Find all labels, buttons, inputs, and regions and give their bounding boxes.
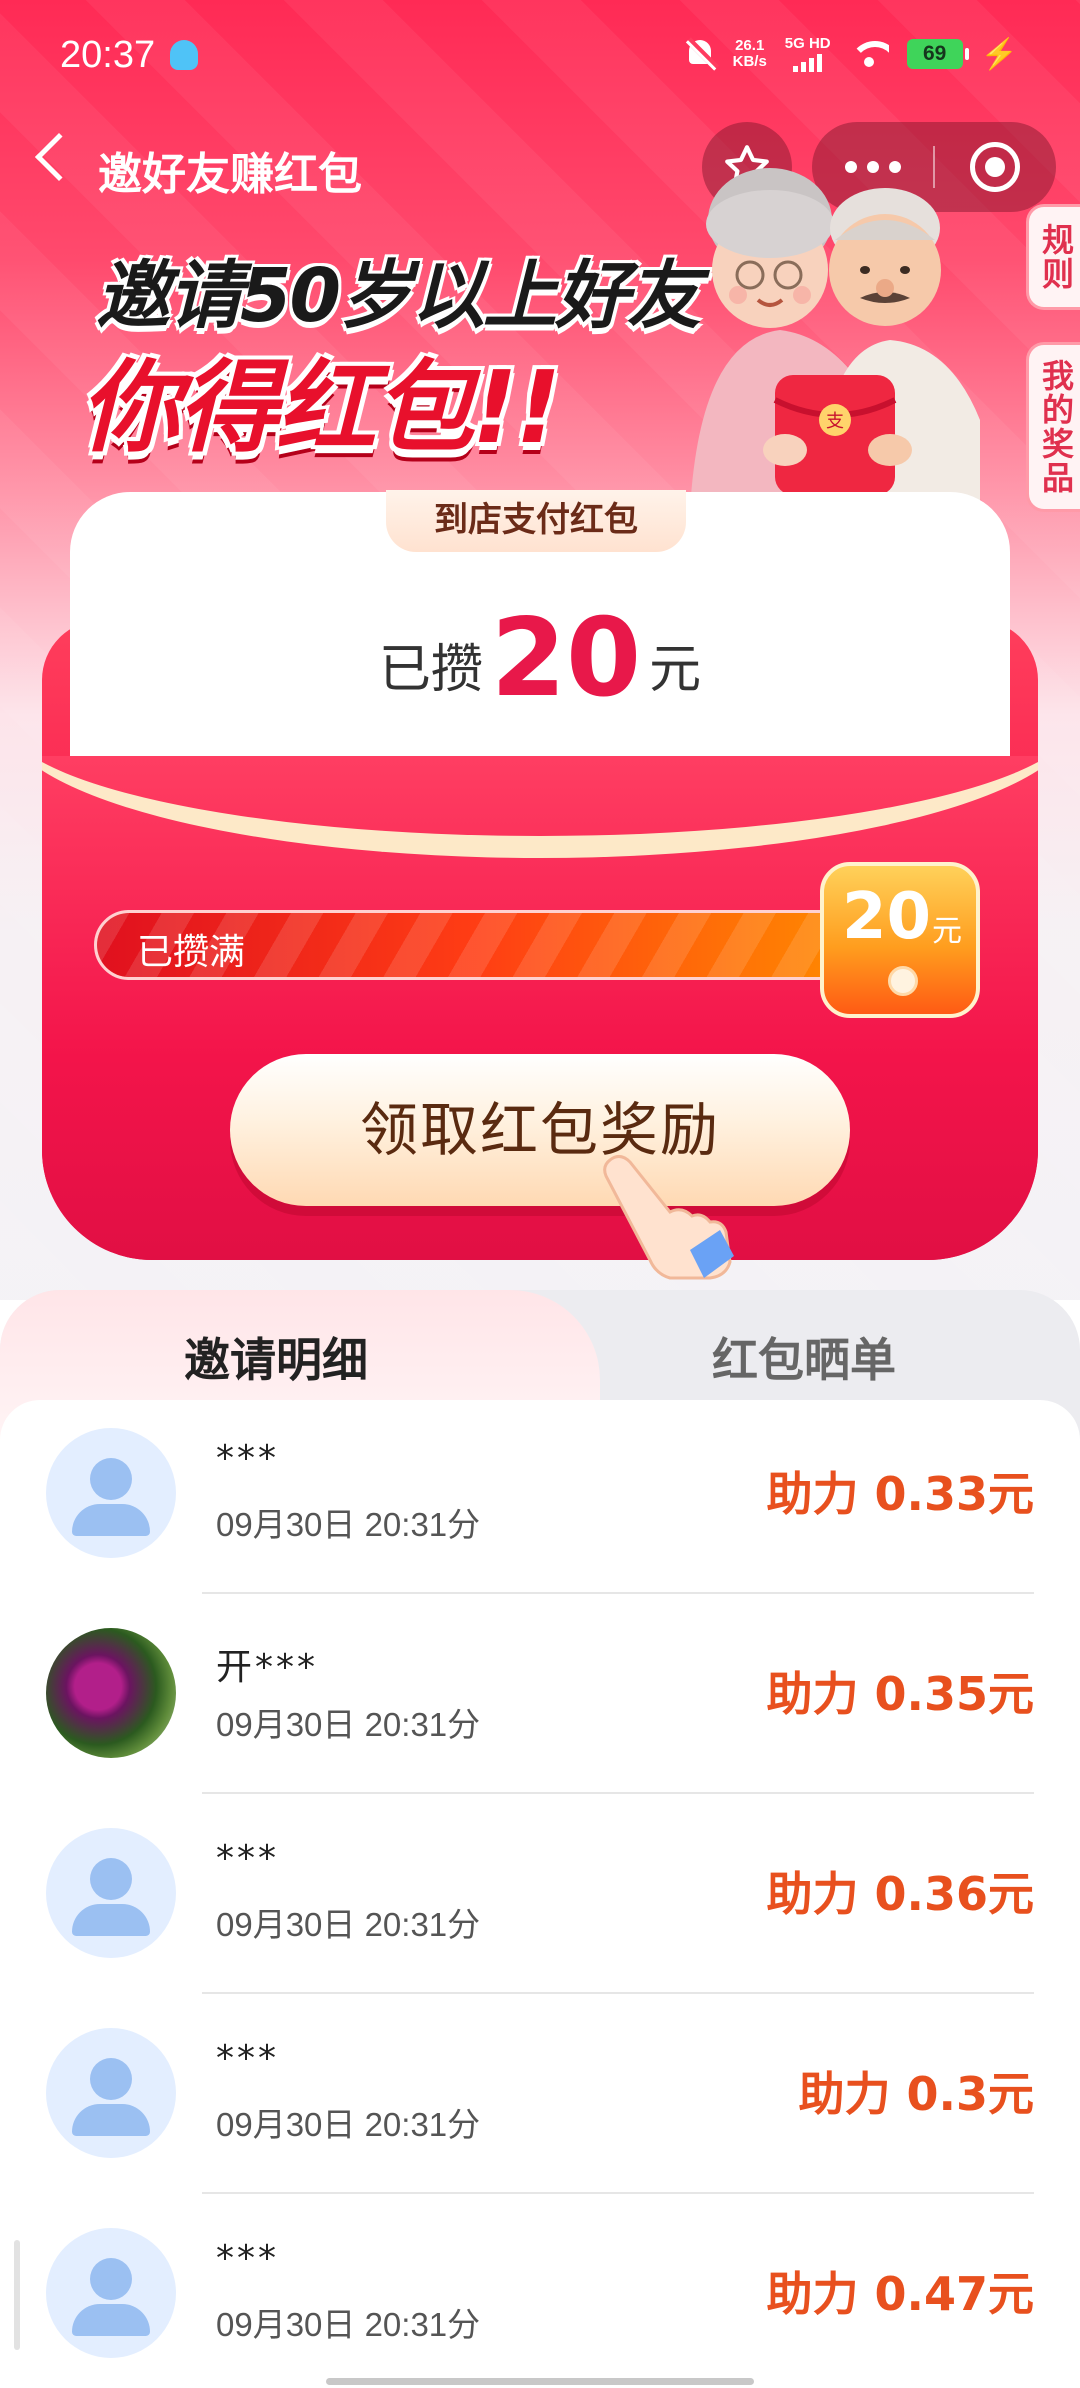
assist-amount: 助力 0.35元 — [766, 1667, 1034, 1721]
page-title: 邀好友赚红包 — [98, 149, 362, 200]
invitee-name: *** — [216, 1438, 279, 1479]
status-bar: 20:37 26.1 KB/s 5G HD 69 ⚡ — [0, 0, 1080, 116]
avatar-photo — [46, 1628, 176, 1758]
saved-amount-display: 已攒20 元 — [0, 596, 1080, 721]
goal-amount: 20 — [842, 880, 932, 954]
default-avatar-icon — [46, 2228, 176, 2358]
progress-label: 已攒满 — [137, 932, 246, 973]
goal-unit: 元 — [932, 914, 962, 949]
mute-bell-icon — [685, 38, 715, 70]
assist-amount: 助力 0.33元 — [766, 1467, 1034, 1521]
svg-text:支: 支 — [826, 411, 844, 432]
status-time: 20:37 — [60, 34, 156, 76]
qq-notification-icon — [170, 40, 198, 70]
assist-amount: 助力 0.36元 — [766, 1867, 1034, 1921]
pointing-hand-icon — [603, 1155, 734, 1280]
elderly-couple-illustration: 支 — [690, 168, 980, 510]
saved-unit: 元 — [649, 640, 702, 700]
list-item[interactable]: *** 09月30日 20:31分 助力 0.3元 — [0, 1998, 1080, 2198]
assist-amount: 助力 0.47元 — [766, 2267, 1034, 2321]
network-speed: 26.1 KB/s — [733, 38, 767, 70]
saved-prefix: 已攒 — [378, 640, 483, 700]
invite-time: 09月30日 20:31分 — [216, 1506, 481, 1543]
payment-envelope-label: 到店支付红包 — [386, 490, 686, 552]
rules-tab[interactable]: 规则 — [1026, 204, 1080, 310]
progress-bar: 已攒满 — [94, 910, 854, 980]
row-divider — [202, 1592, 1034, 1594]
invitee-name: *** — [216, 2038, 279, 2079]
assist-amount: 助力 0.3元 — [798, 2067, 1034, 2121]
invitee-name: *** — [216, 1838, 279, 1879]
list-item[interactable]: 开*** 09月30日 20:31分 助力 0.35元 — [0, 1598, 1080, 1798]
invite-list: *** 09月30日 20:31分 助力 0.33元开*** 09月30日 20:31… — [0, 1400, 1080, 2388]
row-divider — [202, 1792, 1034, 1794]
invite-time: 09月30日 20:31分 — [216, 2106, 481, 2143]
claim-reward-button[interactable]: 领取红包奖励 — [230, 1054, 850, 1206]
default-avatar-icon — [46, 1828, 176, 1958]
row-divider — [202, 2192, 1034, 2194]
tab-invite-details[interactable]: 邀请明细 — [184, 1324, 368, 1390]
my-prizes-tab[interactable]: 我的奖品 — [1026, 342, 1080, 512]
invitee-name: *** — [216, 2238, 279, 2279]
signal-group: 5G HD — [785, 36, 831, 72]
progress-goal-badge: 20 元 — [820, 862, 980, 1018]
invite-time: 09月30日 20:31分 — [216, 2306, 481, 2343]
home-indicator[interactable] — [326, 2378, 754, 2385]
default-avatar-icon — [46, 1428, 176, 1558]
saved-amount: 20 — [490, 596, 642, 721]
invite-time: 09月30日 20:31分 — [216, 1906, 481, 1943]
tab-red-envelope-share[interactable]: 红包晒单 — [712, 1324, 896, 1390]
list-item[interactable]: *** 09月30日 20:31分 助力 0.47元 — [0, 2198, 1080, 2388]
signal-bars-icon — [793, 52, 823, 72]
status-indicators: 26.1 KB/s 5G HD 69 ⚡ — [685, 36, 1018, 72]
charging-bolt-icon: ⚡ — [980, 37, 1018, 71]
network-speed-value: 26.1 — [735, 37, 765, 54]
progress-knob — [888, 966, 918, 996]
invite-time: 09月30日 20:31分 — [216, 1706, 481, 1743]
banner-subheadline: 你得红包!! — [80, 349, 561, 466]
row-divider — [202, 1992, 1034, 1994]
list-item[interactable]: *** 09月30日 20:31分 助力 0.33元 — [0, 1398, 1080, 1598]
default-avatar-icon — [46, 2028, 176, 2158]
network-speed-unit: KB/s — [732, 53, 767, 70]
battery-indicator: 69 — [906, 39, 969, 69]
list-item[interactable]: *** 09月30日 20:31分 助力 0.36元 — [0, 1798, 1080, 1998]
wifi-icon — [848, 39, 889, 69]
invitee-name: 开*** — [216, 1647, 319, 1688]
signal-label: 5G HD — [784, 35, 831, 52]
scroll-indicator — [14, 2240, 20, 2350]
